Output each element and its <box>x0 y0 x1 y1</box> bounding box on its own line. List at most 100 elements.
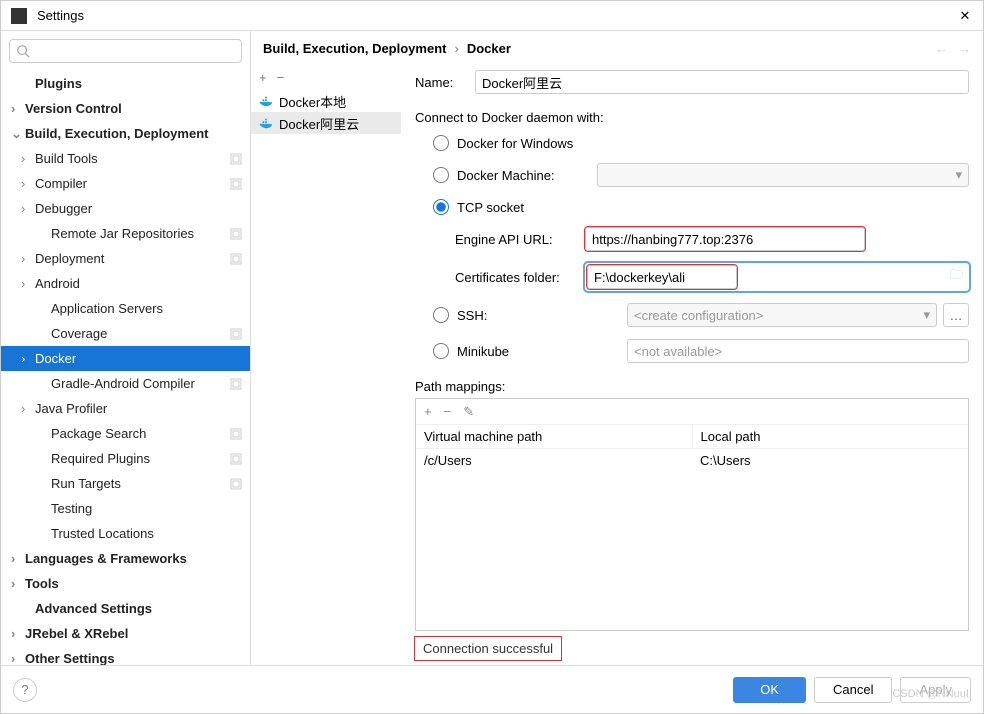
radio-docker-windows[interactable] <box>433 135 449 151</box>
sidebar-item-label: Java Profiler <box>35 401 107 416</box>
sidebar-item-label: Trusted Locations <box>51 526 154 541</box>
bookmark-icon <box>230 253 242 265</box>
window-title: Settings <box>37 8 84 23</box>
sidebar-item-label: Gradle-Android Compiler <box>51 376 195 391</box>
sidebar: Plugins›Version Control⌄Build, Execution… <box>1 31 251 665</box>
sidebar-item[interactable]: ›Tools <box>1 571 250 596</box>
path-mappings-table: + − ✎ Virtual machine path Local path /c… <box>415 398 969 631</box>
nav-forward-icon[interactable]: → <box>958 41 971 56</box>
sidebar-item[interactable]: Gradle-Android Compiler <box>1 371 250 396</box>
chevron-icon: ⌄ <box>11 126 25 142</box>
close-icon[interactable]: ✕ <box>957 8 973 24</box>
sidebar-item[interactable]: Run Targets <box>1 471 250 496</box>
remove-icon[interactable]: − <box>277 70 285 85</box>
sidebar-item[interactable]: ›Compiler <box>1 171 250 196</box>
sidebar-item[interactable]: ›Deployment <box>1 246 250 271</box>
minikube-dropdown: <not available> <box>627 339 969 363</box>
docker-icon <box>259 94 273 108</box>
add-icon[interactable]: + <box>424 404 432 419</box>
sidebar-item[interactable]: Plugins <box>1 71 250 96</box>
sidebar-item-label: Build, Execution, Deployment <box>25 126 208 141</box>
list-item[interactable]: Docker阿里云 <box>251 112 401 134</box>
sidebar-item-label: Android <box>35 276 80 291</box>
radio-tcp-socket[interactable] <box>433 199 449 215</box>
ok-button[interactable]: OK <box>733 677 806 703</box>
chevron-icon: › <box>21 176 35 191</box>
docker-list-panel: + − Docker本地Docker阿里云 <box>251 64 401 665</box>
docker-machine-dropdown[interactable]: ▾ <box>597 163 969 187</box>
app-logo <box>11 8 27 24</box>
cancel-button[interactable]: Cancel <box>814 677 892 703</box>
radio-tcp-socket-label: TCP socket <box>457 200 597 215</box>
radio-docker-machine[interactable] <box>433 167 449 183</box>
sidebar-item[interactable]: Package Search <box>1 421 250 446</box>
connection-status: Connection successful <box>415 637 561 660</box>
sidebar-item[interactable]: Application Servers <box>1 296 250 321</box>
radio-minikube-label: Minikube <box>457 344 627 359</box>
name-label: Name: <box>415 75 475 90</box>
remove-icon[interactable]: − <box>444 404 452 419</box>
breadcrumb-current: Docker <box>467 41 511 56</box>
list-item[interactable]: Docker本地 <box>251 90 401 112</box>
bookmark-icon <box>230 178 242 190</box>
sidebar-item[interactable]: ›Android <box>1 271 250 296</box>
breadcrumb-parent[interactable]: Build, Execution, Deployment <box>263 41 446 56</box>
nav-back-icon[interactable]: ← <box>935 41 948 56</box>
folder-icon[interactable]: 🗀 <box>950 266 963 288</box>
sidebar-item[interactable]: Coverage <box>1 321 250 346</box>
ssh-config-dropdown[interactable]: <create configuration>▾ <box>627 303 937 327</box>
add-icon[interactable]: + <box>259 70 267 85</box>
col-vm-path: Virtual machine path <box>416 425 693 448</box>
engine-url-label: Engine API URL: <box>455 232 585 247</box>
sidebar-item-label: Advanced Settings <box>35 601 152 616</box>
sidebar-item[interactable]: ›Java Profiler <box>1 396 250 421</box>
sidebar-item[interactable]: ›Build Tools <box>1 146 250 171</box>
sidebar-item[interactable]: Remote Jar Repositories <box>1 221 250 246</box>
sidebar-item[interactable]: ›Version Control <box>1 96 250 121</box>
sidebar-item[interactable]: ›Languages & Frameworks <box>1 546 250 571</box>
bookmark-icon <box>230 378 242 390</box>
sidebar-item[interactable]: ›Other Settings <box>1 646 250 665</box>
engine-url-input[interactable] <box>585 227 865 251</box>
chevron-icon: › <box>21 351 35 366</box>
sidebar-item[interactable]: Required Plugins <box>1 446 250 471</box>
radio-ssh-label: SSH: <box>457 308 627 323</box>
radio-minikube[interactable] <box>433 343 449 359</box>
sidebar-item[interactable]: Trusted Locations <box>1 521 250 546</box>
ssh-browse-button[interactable]: … <box>943 303 969 327</box>
sidebar-item[interactable]: ⌄Build, Execution, Deployment <box>1 121 250 146</box>
titlebar: Settings ✕ <box>1 1 983 31</box>
sidebar-item[interactable]: Advanced Settings <box>1 596 250 621</box>
path-mappings-label: Path mappings: <box>415 379 969 394</box>
radio-docker-windows-label: Docker for Windows <box>457 136 597 151</box>
radio-docker-machine-label: Docker Machine: <box>457 168 597 183</box>
help-button[interactable]: ? <box>13 678 37 702</box>
bookmark-icon <box>230 453 242 465</box>
sidebar-item[interactable]: ›JRebel & XRebel <box>1 621 250 646</box>
bookmark-icon <box>230 328 242 340</box>
sidebar-item[interactable]: ›Docker <box>1 346 250 371</box>
chevron-icon: › <box>21 276 35 291</box>
name-input[interactable] <box>475 70 969 94</box>
sidebar-item[interactable]: Testing <box>1 496 250 521</box>
apply-button[interactable]: Apply <box>900 677 971 703</box>
sidebar-item-label: Coverage <box>51 326 107 341</box>
sidebar-item-label: Docker <box>35 351 76 366</box>
search-input[interactable] <box>9 39 242 63</box>
chevron-icon: › <box>11 576 25 591</box>
edit-icon[interactable]: ✎ <box>463 404 474 420</box>
bookmark-icon <box>230 153 242 165</box>
dialog-footer: ? OK Cancel Apply <box>1 665 983 713</box>
chevron-icon: › <box>21 151 35 166</box>
chevron-down-icon: ▾ <box>955 167 962 183</box>
chevron-icon: › <box>21 201 35 216</box>
sidebar-item-label: Remote Jar Repositories <box>51 226 194 241</box>
col-local-path: Local path <box>693 425 969 448</box>
connect-label: Connect to Docker daemon with: <box>415 110 969 125</box>
sidebar-item[interactable]: ›Debugger <box>1 196 250 221</box>
cert-folder-input[interactable] <box>587 265 737 289</box>
sidebar-item-label: Compiler <box>35 176 87 191</box>
radio-ssh[interactable] <box>433 307 449 323</box>
table-row[interactable]: /c/Users C:\Users <box>416 449 968 472</box>
sidebar-item-label: Package Search <box>51 426 146 441</box>
